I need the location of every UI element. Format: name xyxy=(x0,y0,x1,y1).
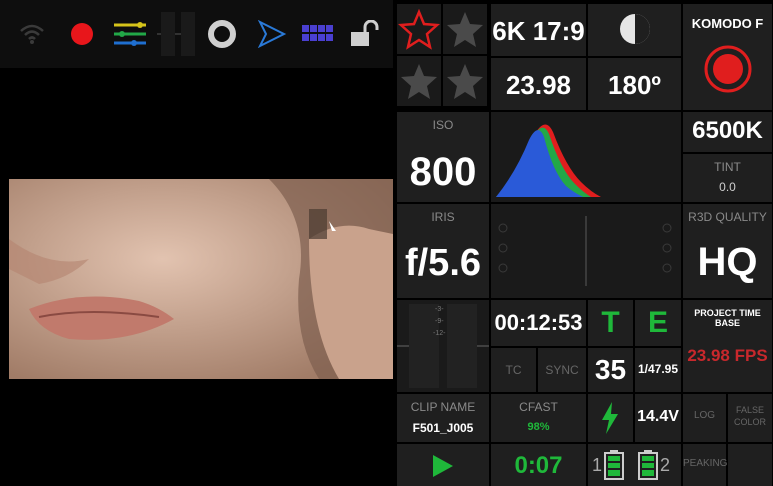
battery-cell[interactable]: 1 2 xyxy=(588,444,681,486)
t-indicator[interactable]: T xyxy=(588,300,633,346)
tint-label: TINT xyxy=(714,160,741,174)
false-color-button[interactable]: FALSE COLOR xyxy=(728,394,772,442)
clip-name-cell[interactable]: CLIP NAME F501_J005 xyxy=(397,394,489,442)
star-grey-3[interactable] xyxy=(443,56,487,106)
t-value: T xyxy=(601,306,620,339)
project-value: 23.98 FPS xyxy=(687,346,768,365)
kelvin-cell[interactable]: 6500K xyxy=(683,112,772,152)
play-icon xyxy=(431,454,455,478)
voltage-cell[interactable]: 14.4V xyxy=(635,394,681,442)
duration-cell[interactable]: 0:07 xyxy=(491,444,586,486)
r3d-value: HQ xyxy=(697,240,758,284)
star-red[interactable] xyxy=(397,4,441,54)
play-button[interactable] xyxy=(397,444,489,486)
iris-value: f/5.6 xyxy=(404,242,482,284)
fps-cell[interactable]: 23.98 xyxy=(491,58,586,110)
focus-guide[interactable] xyxy=(491,204,681,298)
shutter-speed-value: 1/47.95 xyxy=(637,362,679,376)
iso-value: 800 xyxy=(409,150,477,194)
peaking-label: PEAKING xyxy=(683,458,728,469)
top-toolbar xyxy=(0,0,393,68)
histogram-graph xyxy=(496,124,601,197)
sync-button[interactable]: SYNC xyxy=(538,348,586,392)
record-dot-icon[interactable] xyxy=(64,4,100,64)
half-circle-icon xyxy=(619,13,651,45)
audio-tick-2: -9- xyxy=(435,318,444,325)
battery-2-icon xyxy=(638,450,658,480)
exposure-cell[interactable] xyxy=(588,4,681,56)
kelvin-value: 6500K xyxy=(692,117,763,144)
iris-label: IRIS xyxy=(431,210,455,224)
star-grey-1[interactable] xyxy=(443,4,487,54)
histogram[interactable] xyxy=(491,112,681,202)
false-color-label: FALSE COLOR xyxy=(733,405,766,427)
star-grey-2[interactable] xyxy=(397,56,441,106)
shutter-angle-cell[interactable]: 35 xyxy=(588,348,633,392)
iso-cell[interactable]: ISO 800 xyxy=(397,112,489,202)
battery-1-label: 1 xyxy=(592,455,603,475)
log-button[interactable]: LOG xyxy=(683,394,726,442)
timecode-cell[interactable]: 00:12:53 xyxy=(491,300,586,346)
audio-tick-3: -12- xyxy=(433,330,446,337)
bolt-icon xyxy=(600,402,620,434)
log-label: LOG xyxy=(693,410,716,421)
wifi-icon[interactable] xyxy=(14,4,50,64)
circle-icon[interactable] xyxy=(204,4,240,64)
iso-label: ISO xyxy=(432,118,454,132)
audio-meter[interactable]: -3- -9- -12- xyxy=(397,300,489,392)
tint-cell[interactable]: TINT 0.0 xyxy=(683,154,772,202)
shutter-cell[interactable]: 180º xyxy=(588,58,681,110)
project-label: PROJECT TIME BASE xyxy=(694,308,761,328)
record-button-icon[interactable] xyxy=(703,44,753,94)
iris-cell[interactable]: IRIS f/5.6 xyxy=(397,204,489,298)
sync-label: SYNC xyxy=(545,363,579,377)
clip-label: CLIP NAME xyxy=(410,400,476,414)
peaking-button[interactable]: PEAKING xyxy=(683,444,728,486)
voltage-value: 14.4V xyxy=(637,408,679,425)
fps-value: 23.98 xyxy=(505,70,572,100)
grid-icon[interactable] xyxy=(300,4,336,64)
lock-open-icon[interactable] xyxy=(346,4,382,64)
face-image xyxy=(9,179,393,379)
e-indicator[interactable]: E xyxy=(635,300,681,346)
clip-value: F501_J005 xyxy=(412,421,474,435)
media-label: CFAST xyxy=(519,400,558,414)
audio-tick-1: -3- xyxy=(435,306,444,313)
empty-button[interactable] xyxy=(728,444,772,486)
media-cell[interactable]: CFAST 98% xyxy=(491,394,586,442)
resolution-value: 6K 17:9 xyxy=(492,16,585,46)
r3d-quality-cell[interactable]: R3D QUALITY HQ xyxy=(683,204,772,298)
play-outline-icon[interactable] xyxy=(254,4,290,64)
camera-name: KOMODO F xyxy=(691,16,764,31)
camera-record-cell[interactable]: KOMODO F xyxy=(683,4,772,110)
meter-icon[interactable] xyxy=(156,4,200,64)
focus-indicator xyxy=(498,216,672,286)
shutter-value: 180º xyxy=(608,70,661,100)
video-viewport[interactable] xyxy=(9,179,393,379)
tc-button[interactable]: TC xyxy=(491,348,536,392)
resolution-cell[interactable]: 6K 17:9 xyxy=(491,4,586,56)
battery-2-label: 2 xyxy=(660,455,671,475)
media-value: 98% xyxy=(527,421,550,433)
audio-meter-graph xyxy=(397,304,489,388)
r3d-label: R3D QUALITY xyxy=(688,210,767,224)
project-timebase-cell[interactable]: PROJECT TIME BASE 23.98 FPS xyxy=(683,300,772,392)
battery-1-icon xyxy=(604,450,624,480)
duration-value: 0:07 xyxy=(514,452,563,479)
tc-label: TC xyxy=(505,363,522,377)
layers-icon[interactable] xyxy=(110,4,150,64)
tint-value: 0.0 xyxy=(719,180,736,194)
timecode-value: 00:12:53 xyxy=(494,310,583,335)
power-status-cell[interactable] xyxy=(588,394,633,442)
shutter-speed-cell[interactable]: 1/47.95 xyxy=(635,348,681,392)
shutter-angle-value: 35 xyxy=(594,354,627,385)
e-value: E xyxy=(647,306,668,339)
